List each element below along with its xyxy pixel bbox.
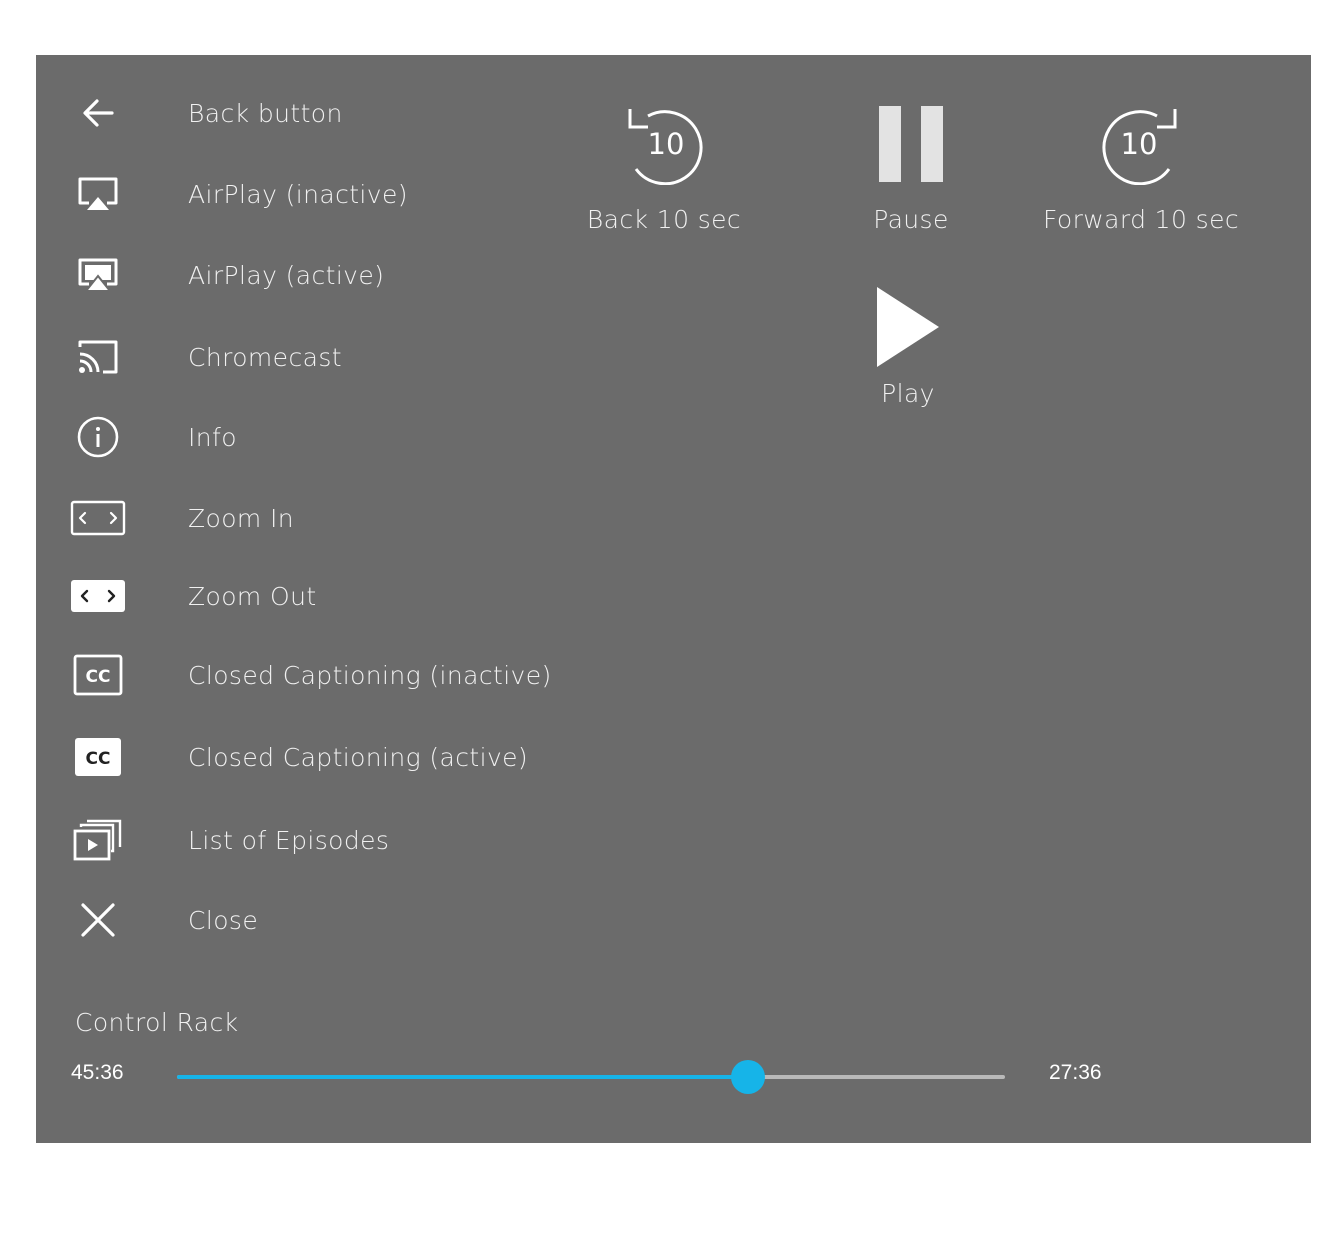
svg-text:CC: CC <box>86 667 111 687</box>
svg-text:CC: CC <box>86 749 111 769</box>
legend-row-close: Close <box>36 900 596 940</box>
pause-label: Pause <box>873 205 949 234</box>
play-control[interactable]: Play <box>858 287 958 409</box>
progress-track[interactable] <box>177 1060 1005 1094</box>
control-rack-title: Control Rack <box>75 1008 239 1037</box>
legend-row-zoom-in: Zoom In <box>36 498 596 538</box>
legend-row-airplay-active: AirPlay (active) <box>36 255 596 295</box>
episode-list-icon[interactable] <box>70 819 126 861</box>
remaining-time: 27:36 <box>1049 1061 1102 1084</box>
legend-label: Chromecast <box>188 343 342 372</box>
back-10-label: Back 10 sec <box>586 205 742 234</box>
legend-row-info: Info <box>36 416 596 458</box>
closed-captioning-active-icon[interactable]: CC <box>70 737 126 777</box>
pause-control[interactable]: Pause <box>851 105 971 235</box>
legend-row-episodes: List of Episodes <box>36 819 596 861</box>
forward-10-control[interactable]: 10 Forward 10 sec <box>1038 101 1244 235</box>
elapsed-time: 45:36 <box>71 1061 124 1084</box>
arrow-left-icon[interactable] <box>70 93 126 133</box>
info-icon[interactable] <box>70 416 126 458</box>
back-10-control[interactable]: 10 Back 10 sec <box>584 101 744 235</box>
scrubber-handle[interactable] <box>731 1060 766 1094</box>
legend-label: Zoom Out <box>188 582 317 611</box>
play-label: Play <box>881 379 935 408</box>
legend-label: Info <box>188 423 237 452</box>
legend-label: Closed Captioning (inactive) <box>188 661 552 690</box>
chromecast-icon[interactable] <box>70 337 126 377</box>
svg-text:10: 10 <box>648 127 685 161</box>
legend-label: AirPlay (inactive) <box>188 180 408 209</box>
legend-label: AirPlay (active) <box>188 261 385 290</box>
airplay-active-icon[interactable] <box>70 255 126 295</box>
progress-fill <box>177 1075 749 1079</box>
rewind-10-icon[interactable]: 10 <box>584 101 744 185</box>
legend-row-zoom-out: Zoom Out <box>36 576 596 616</box>
closed-captioning-inactive-icon[interactable]: CC <box>70 654 126 696</box>
legend-row-cc-active: CC Closed Captioning (active) <box>36 737 596 777</box>
forward-10-label: Forward 10 sec <box>1043 205 1239 234</box>
legend-label: Closed Captioning (active) <box>188 743 529 772</box>
legend-row-airplay-inactive: AirPlay (inactive) <box>36 174 596 214</box>
play-icon[interactable] <box>858 287 958 367</box>
legend-label: List of Episodes <box>188 826 390 855</box>
zoom-out-icon[interactable] <box>70 576 126 616</box>
legend-label: Zoom In <box>188 504 295 533</box>
legend-row-chromecast: Chromecast <box>36 337 596 377</box>
legend-row-back: Back button <box>36 93 596 133</box>
pause-icon[interactable] <box>851 105 971 183</box>
svg-text:10: 10 <box>1121 127 1158 161</box>
zoom-in-icon[interactable] <box>70 498 126 538</box>
video-player-panel: Back button AirPlay (inactive) AirPlay (… <box>36 55 1311 1143</box>
close-icon[interactable] <box>70 900 126 940</box>
airplay-inactive-icon[interactable] <box>70 174 126 214</box>
legend-row-cc-inactive: CC Closed Captioning (inactive) <box>36 654 596 696</box>
legend-label: Close <box>188 906 259 935</box>
forward-10-icon[interactable]: 10 <box>1038 101 1244 185</box>
legend-label: Back button <box>188 99 343 128</box>
